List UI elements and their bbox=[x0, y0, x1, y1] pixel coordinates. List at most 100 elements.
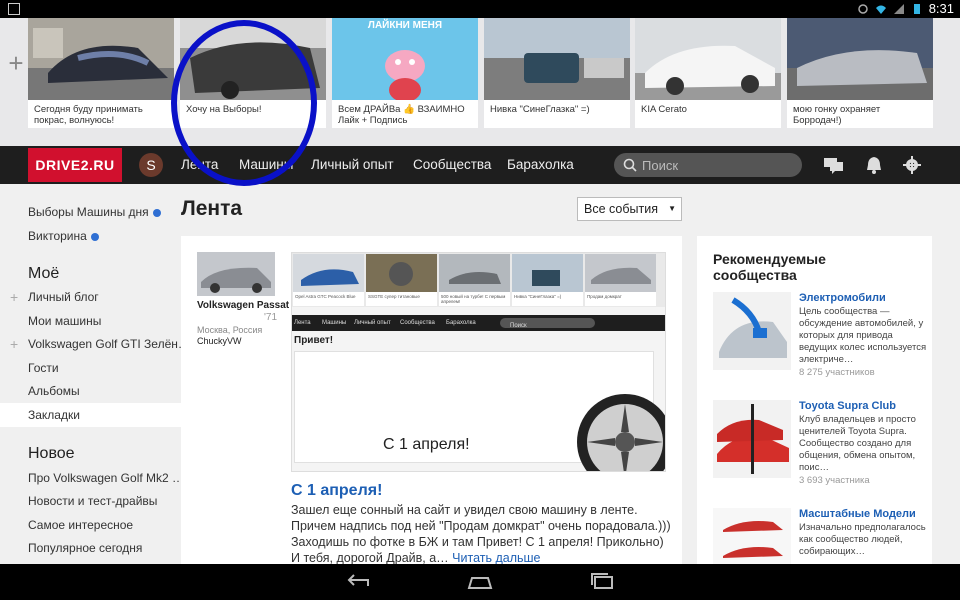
community-item[interactable]: Toyota Supra Club Клуб владельцев и прос… bbox=[713, 400, 928, 500]
gallery-icon bbox=[8, 3, 20, 15]
image-story-thumb bbox=[293, 254, 364, 292]
plus-icon[interactable]: + bbox=[10, 332, 18, 356]
sidebar-item-label: Викторина bbox=[28, 229, 87, 243]
community-name[interactable]: Электромобили bbox=[799, 292, 886, 304]
community-description: Клуб владельцев и просто ценителей Toyot… bbox=[799, 414, 916, 473]
recommended-title: Рекомендуемые сообщества bbox=[713, 251, 826, 283]
left-sidebar: Выборы Машины дня Викторина Моё + Личный … bbox=[0, 184, 181, 564]
recent-apps-icon[interactable] bbox=[588, 572, 616, 592]
sidebar-item-bookmarks[interactable]: Закладки bbox=[0, 403, 181, 427]
community-item[interactable]: Электромобили Цель сообщества — обсужден… bbox=[713, 292, 928, 392]
sidebar-item-label: Гости bbox=[28, 361, 59, 375]
messages-icon[interactable] bbox=[823, 155, 845, 175]
nav-feed[interactable]: Лента bbox=[181, 146, 218, 184]
signal-icon bbox=[893, 3, 904, 14]
community-members: 3 693 участника bbox=[799, 475, 870, 486]
community-name[interactable]: Масштабные Модели bbox=[799, 508, 916, 520]
story-card[interactable]: Хочу на Выборы! bbox=[180, 18, 326, 128]
story-thumbnail bbox=[635, 18, 781, 100]
sidebar-item-popular[interactable]: Популярное сегодня bbox=[0, 536, 181, 560]
sidebar-item-golf-mk2[interactable]: Про Volkswagen Golf Mk2 … bbox=[0, 466, 181, 490]
filter-selected-value: Все события bbox=[584, 202, 658, 216]
sidebar-item-label: Выборы Машины дня bbox=[28, 205, 149, 219]
story-card[interactable]: мою гонку охраняет Борродач!) bbox=[787, 18, 933, 128]
sidebar-item-albums[interactable]: Альбомы bbox=[0, 379, 181, 403]
read-more-link[interactable]: Читать дальше bbox=[452, 551, 540, 565]
top-navigation: DRIVE2.RU S Лента Машины Личный опыт Соо… bbox=[0, 146, 960, 184]
events-filter-select[interactable]: Все события ▼ bbox=[577, 197, 682, 221]
story-card[interactable]: Сегодня буду принимать покрас, волнуюсь! bbox=[28, 18, 174, 128]
recommended-communities: Рекомендуемые сообщества Электромобили Ц… bbox=[697, 236, 932, 566]
nav-market[interactable]: Барахолка bbox=[507, 146, 574, 184]
community-name[interactable]: Toyota Supra Club bbox=[799, 400, 896, 412]
image-story: Нивка "СинеГлазка" =) bbox=[512, 254, 583, 306]
nav-experience[interactable]: Личный опыт bbox=[311, 146, 394, 184]
story-card[interactable]: KIA Cerato bbox=[635, 18, 781, 128]
image-nav-item: Личный опыт bbox=[354, 320, 391, 326]
section-heading-mine: Моё bbox=[28, 265, 60, 282]
story-thumbnail bbox=[787, 18, 933, 100]
sidebar-item-label: Самое интересное bbox=[28, 518, 134, 532]
author-username[interactable]: ChuckyVW bbox=[197, 336, 242, 346]
sidebar-item-news[interactable]: Новости и тест-драйвы bbox=[0, 489, 181, 513]
sidebar-item-golf-gti[interactable]: + Volkswagen Golf GTI Зелён… bbox=[0, 332, 181, 356]
image-story-thumb bbox=[585, 254, 656, 292]
dropdown-caret-icon: ▼ bbox=[668, 204, 676, 213]
story-card[interactable]: ЛАЙКНИ МЕНЯ Всем ДРАЙВа 👍 ВЗАИМНО Лайк +… bbox=[332, 18, 478, 128]
sidebar-item-car-of-day-vote[interactable]: Выборы Машины дня bbox=[0, 200, 181, 224]
add-story-button[interactable]: + bbox=[4, 48, 28, 78]
sidebar-item-interesting[interactable]: Самое интересное bbox=[0, 513, 181, 537]
nav-communities[interactable]: Сообщества bbox=[413, 146, 491, 184]
author-car-thumbnail[interactable] bbox=[197, 252, 275, 296]
post-image[interactable]: Opel Astra GTC Peacock Blue SSGTE супер … bbox=[291, 252, 666, 472]
sidebar-item-guests[interactable]: Гости bbox=[0, 356, 181, 380]
user-avatar[interactable]: S bbox=[139, 153, 163, 177]
sidebar-item-quiz[interactable]: Викторина bbox=[0, 224, 181, 248]
community-members: 8 275 участников bbox=[799, 367, 875, 378]
image-april-text: С 1 апреля! bbox=[383, 436, 470, 453]
stories-strip: + Сегодня буду принимать покрас, волнуюс… bbox=[0, 18, 960, 146]
sidebar-item-my-cars[interactable]: Мои машины bbox=[0, 309, 181, 333]
page-title: Лента bbox=[181, 197, 243, 220]
back-icon[interactable] bbox=[344, 572, 372, 592]
story-overlay-text: ЛАЙКНИ МЕНЯ bbox=[367, 20, 443, 31]
gear-icon[interactable] bbox=[902, 155, 922, 175]
plus-icon[interactable]: + bbox=[10, 285, 18, 309]
story-caption: мою гонку охраняет Борродач!) bbox=[793, 104, 881, 126]
wifi-icon bbox=[875, 5, 886, 14]
image-story-caption: Нивка "СинеГлазка" =) bbox=[514, 294, 562, 299]
system-navigation-bar bbox=[0, 564, 960, 600]
post-title-link[interactable]: С 1 апреля! bbox=[291, 482, 382, 500]
sidebar-item-label: Закладки bbox=[28, 408, 80, 422]
sidebar-item-label: Про Volkswagen Golf Mk2 … bbox=[28, 471, 181, 485]
gear-icon bbox=[857, 3, 868, 14]
community-description: Изначально предполагалось как сообщество… bbox=[799, 522, 926, 557]
image-nav-item: Сообщества bbox=[400, 320, 435, 326]
author-car-year: '71 bbox=[264, 312, 278, 323]
image-story-caption: Opel Astra GTC Peacock Blue bbox=[295, 294, 356, 299]
story-caption: Хочу на Выборы! bbox=[186, 104, 262, 115]
sidebar-item-label: Популярное сегодня bbox=[28, 541, 143, 555]
status-icons: 8:31 bbox=[857, 1, 954, 16]
system-status-bar: 8:31 bbox=[0, 0, 960, 18]
image-stories-strip: Opel Astra GTC Peacock Blue SSGTE супер … bbox=[292, 253, 665, 307]
sidebar-item-label: Volkswagen Golf GTI Зелён… bbox=[28, 337, 181, 351]
notifications-bell-icon[interactable] bbox=[864, 155, 884, 175]
site-logo[interactable]: DRIVE2.RU bbox=[28, 148, 122, 182]
new-indicator-dot bbox=[90, 232, 99, 241]
image-story-caption: Продам домкрат bbox=[587, 294, 622, 299]
search-icon bbox=[623, 158, 637, 172]
search-input[interactable] bbox=[642, 155, 792, 175]
sidebar-item-blog[interactable]: + Личный блог bbox=[0, 285, 181, 309]
story-thumbnail bbox=[28, 18, 174, 100]
story-thumbnail bbox=[180, 18, 326, 100]
story-caption: Всем ДРАЙВа 👍 ВЗАИМНО Лайк + Подпись bbox=[338, 104, 465, 126]
home-icon[interactable] bbox=[466, 572, 494, 592]
community-item[interactable]: Масштабные Модели Изначально предполагал… bbox=[713, 508, 928, 566]
image-story: Продам домкрат bbox=[585, 254, 656, 306]
image-story-thumb bbox=[512, 254, 583, 292]
story-card[interactable]: Нивка "СинеГлазка" =) bbox=[484, 18, 630, 128]
nav-cars[interactable]: Машины bbox=[239, 146, 293, 184]
image-hello-text: Привет! bbox=[294, 335, 334, 346]
search-box[interactable] bbox=[614, 153, 802, 177]
